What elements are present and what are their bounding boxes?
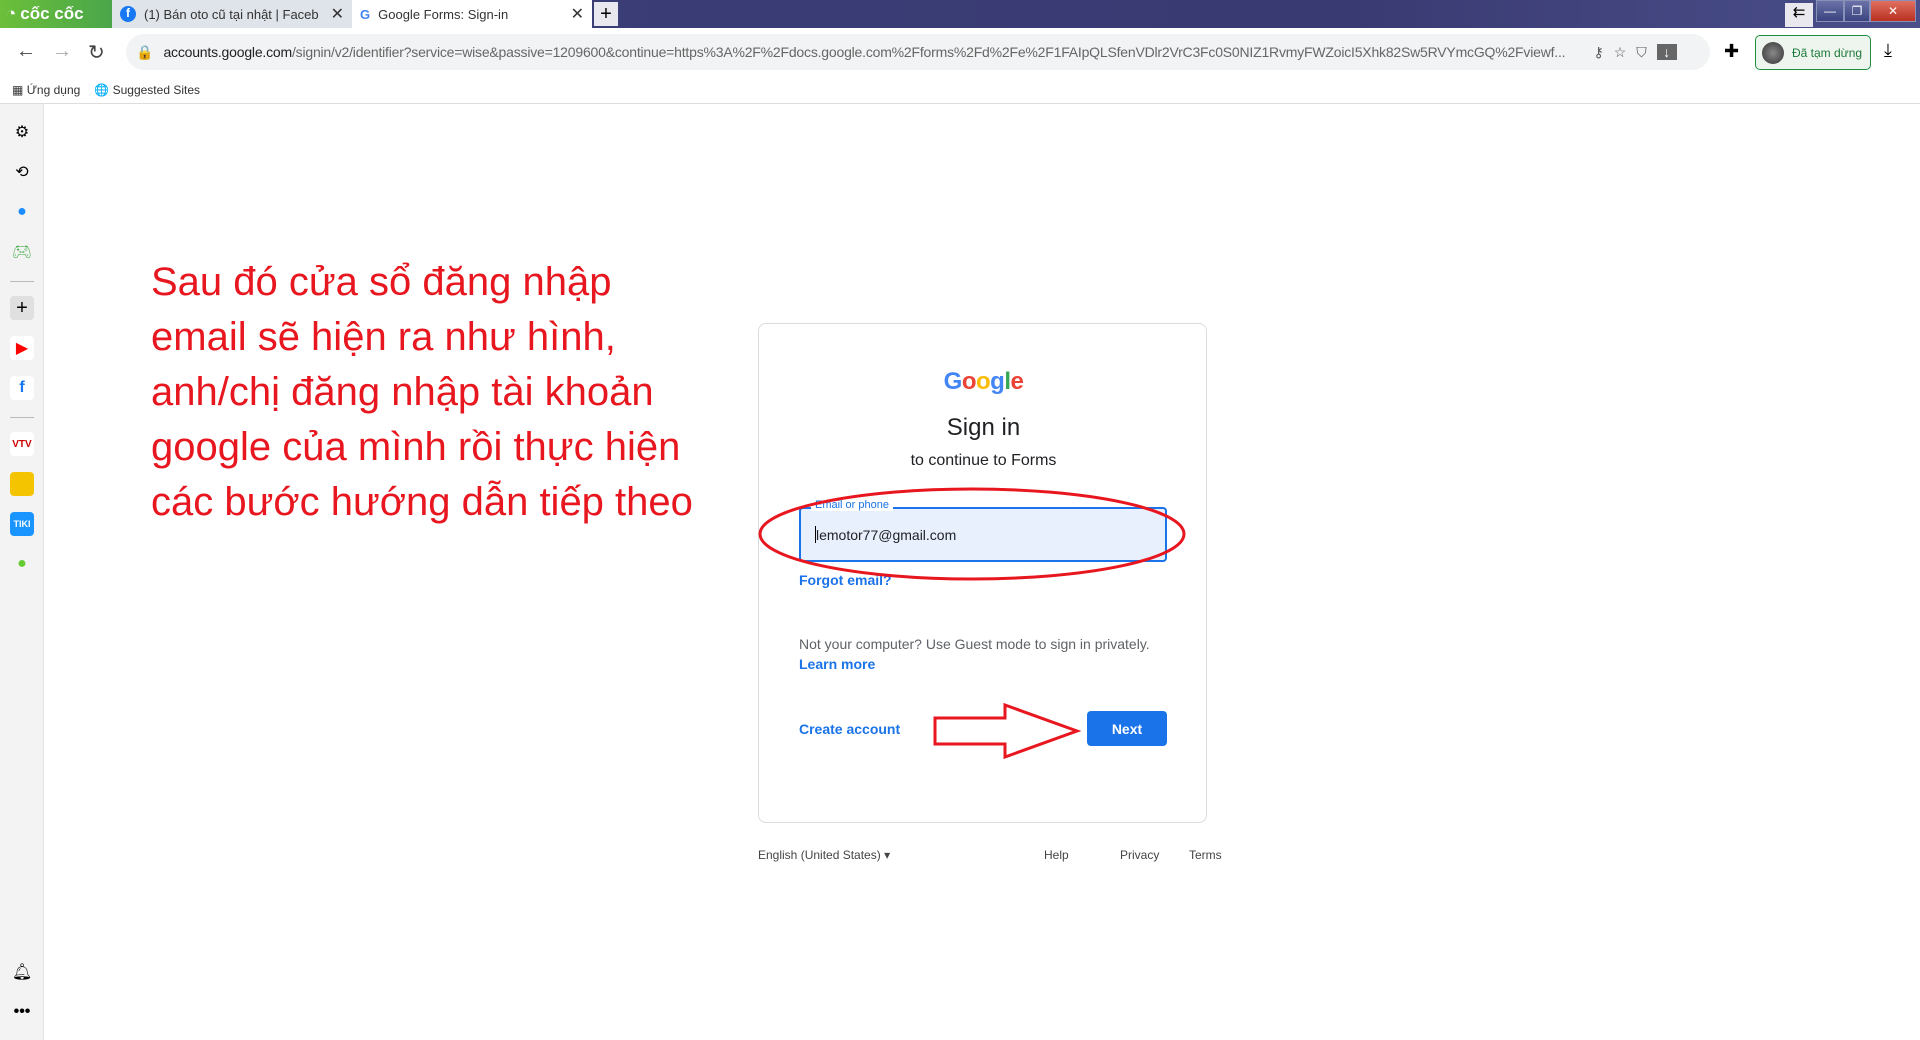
help-link[interactable]: Help: [1044, 848, 1069, 862]
guest-note: Not your computer? Use Guest mode to sig…: [799, 636, 1150, 652]
signin-card: Google Sign in to continue to Forms lemo…: [758, 323, 1207, 823]
star-icon[interactable]: ☆: [1614, 44, 1627, 61]
instruction-annotation: Sau đó cửa sổ đăng nhập email sẽ hiện ra…: [151, 260, 693, 524]
notifications-icon[interactable]: 🔔︎: [10, 960, 34, 984]
globe-icon: 🌐: [94, 82, 110, 97]
close-tab-icon[interactable]: ✕: [331, 4, 344, 24]
bookmark-suggested-sites[interactable]: 🌐 Suggested Sites: [94, 83, 200, 97]
sidebar: ⚙ ⟲ ● 🎮︎ + ▶ f VTV TIKI ● 🔔︎ •••: [0, 104, 44, 1040]
more-icon[interactable]: •••: [10, 1000, 34, 1024]
profile-button[interactable]: Đã tạm dừng: [1755, 35, 1871, 70]
downloads-icon[interactable]: ⤓: [1884, 40, 1892, 61]
tab-google-forms[interactable]: G Google Forms: Sign-in ✕: [352, 0, 592, 28]
download-extension-icon[interactable]: ↓: [1656, 44, 1677, 60]
new-tab-button[interactable]: +: [594, 2, 618, 26]
facebook-icon[interactable]: f: [10, 376, 34, 400]
google-icon: G: [360, 6, 371, 22]
tiki-icon[interactable]: TIKI: [10, 512, 34, 536]
game-app-icon[interactable]: [10, 472, 34, 496]
subtitle: to continue to Forms: [910, 452, 1057, 469]
settings-icon[interactable]: ⚙: [10, 120, 34, 144]
tab-bar: ◔ cốc cốc f (1) Bán oto cũ tại nhật | Face…: [0, 0, 1920, 28]
divider: [10, 281, 34, 282]
page-title: Sign in: [946, 414, 1021, 441]
forgot-email-link[interactable]: Forgot email?: [799, 572, 892, 588]
forward-icon[interactable]: →: [52, 40, 72, 63]
facebook-icon: f: [120, 6, 136, 22]
vtv-icon[interactable]: VTV: [10, 432, 34, 456]
reload-icon[interactable]: ↻: [88, 40, 105, 65]
history-icon[interactable]: ⟲: [10, 160, 34, 184]
minimize-button[interactable]: —: [1816, 0, 1844, 22]
next-button[interactable]: Next: [1087, 711, 1167, 746]
lock-icon: 🔒: [136, 43, 154, 60]
create-account-link[interactable]: Create account: [799, 721, 900, 737]
back-icon[interactable]: ←: [16, 40, 36, 63]
add-icon[interactable]: +: [10, 296, 34, 320]
bookmarks-bar: ▦ Ứng dụng 🌐 Suggested Sites: [0, 76, 1920, 104]
youtube-icon[interactable]: ▶: [10, 336, 34, 360]
language-selector[interactable]: English (United States) ▾: [758, 848, 890, 862]
privacy-link[interactable]: Privacy: [1120, 848, 1159, 862]
email-field-label: Email or phone: [811, 499, 893, 511]
email-field[interactable]: lemotor77@gmail.com: [799, 507, 1167, 562]
terms-link[interactable]: Terms: [1189, 848, 1222, 862]
apps-grid-icon: ▦: [12, 82, 24, 97]
coccoc-icon: ◔: [6, 4, 17, 23]
messenger-icon[interactable]: ●: [10, 200, 34, 224]
extension-app-icon[interactable]: ●: [10, 552, 34, 576]
game-icon[interactable]: 🎮︎: [10, 240, 34, 264]
key-icon[interactable]: ⚷: [1593, 44, 1603, 61]
close-window-button[interactable]: ✕: [1870, 0, 1916, 22]
bookmark-apps[interactable]: ▦ Ứng dụng: [12, 83, 80, 97]
address-bar[interactable]: 🔒 accounts.google.com/signin/v2/identifi…: [126, 34, 1710, 70]
back-arrow-icon[interactable]: ⇇: [1785, 3, 1813, 27]
learn-more-link[interactable]: Learn more: [799, 656, 875, 672]
avatar: [1762, 41, 1784, 64]
tab-facebook[interactable]: f (1) Bán oto cũ tại nhật | Faceb ✕: [112, 0, 352, 28]
shield-icon[interactable]: ⛉: [1636, 44, 1647, 61]
url-text: accounts.google.com/signin/v2/identifier…: [163, 44, 1566, 60]
extensions-icon[interactable]: ✚: [1724, 41, 1739, 62]
google-logo: Google: [943, 368, 1024, 395]
divider: [10, 417, 34, 418]
close-tab-icon[interactable]: ✕: [571, 4, 584, 24]
browser-logo[interactable]: ◔ cốc cốc: [0, 0, 112, 28]
restore-button[interactable]: ❐: [1844, 0, 1870, 22]
